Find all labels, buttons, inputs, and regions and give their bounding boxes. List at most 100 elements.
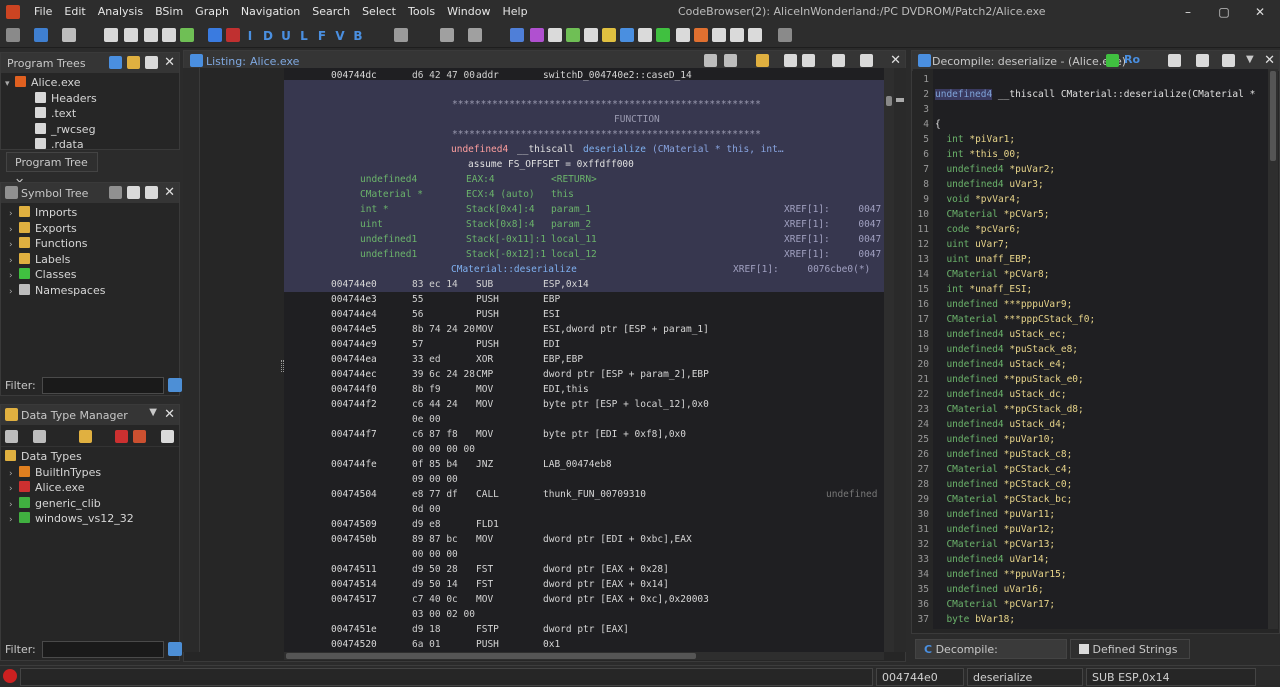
back-arrow-icon[interactable] (34, 28, 48, 42)
data-type-archive[interactable]: › generic_clib (5, 496, 179, 512)
forward-arrow-icon[interactable] (33, 430, 46, 443)
decompile-line[interactable]: 11 code *pcVar6; (913, 222, 1021, 237)
scroll-thumb[interactable] (1270, 71, 1276, 161)
tree-item[interactable]: _rwcseg (5, 122, 179, 138)
refresh-icon[interactable] (566, 28, 580, 42)
symbol-tree-item-labels[interactable]: › Labels (5, 252, 179, 268)
symbol-tree-item-classes[interactable]: › Classes (5, 267, 179, 283)
toolbar-letter-i-button[interactable]: I (244, 28, 256, 44)
tree-icon[interactable] (109, 56, 122, 69)
snapshot-icon[interactable] (832, 54, 845, 67)
decompile-line[interactable]: 9 void *pvVar4; (913, 192, 1021, 207)
toolbar-letter-v-button[interactable]: V (334, 28, 346, 44)
menu-select[interactable]: Select (356, 0, 402, 24)
decompile-line[interactable]: 10 CMaterial *pCVar5; (913, 207, 1050, 222)
decompile-line[interactable]: 34 undefined **ppuVar15; (913, 567, 1067, 582)
decompile-line[interactable]: 8 undefined4 uVar3; (913, 177, 1043, 192)
listing-h-scrollbar[interactable] (284, 652, 884, 660)
decompile-line[interactable]: 29 CMaterial *pCStack_bc; (913, 492, 1073, 507)
down-arrow-icon[interactable] (208, 28, 222, 42)
merge-icon[interactable] (79, 430, 92, 443)
tab-defined-strings[interactable]: Defined Strings ✕ (1070, 639, 1190, 676)
terminal-icon[interactable] (748, 28, 762, 42)
decompile-line[interactable]: 2 undefined4 __thiscall CMaterial::deseri… (913, 87, 1255, 102)
undo-icon[interactable] (440, 28, 454, 42)
window-icon[interactable] (730, 28, 744, 42)
decompile-scrollbar[interactable] (1268, 69, 1278, 629)
doc-icon[interactable] (144, 28, 158, 42)
doc-plus-icon[interactable] (180, 28, 194, 42)
tree-root-item[interactable]: Data Types (5, 449, 179, 465)
listing-scrollbar[interactable] (884, 68, 894, 652)
decompile-line[interactable]: 14 CMaterial *pCVar8; (913, 267, 1050, 282)
data-type-archive[interactable]: › windows_vs12_32 (5, 511, 179, 527)
menu-file[interactable]: File (28, 0, 58, 24)
decompile-line[interactable]: 19 undefined4 *puStack_e8; (913, 342, 1078, 357)
folder-icon[interactable] (127, 56, 140, 69)
tree-item[interactable]: .text (5, 106, 179, 122)
symbol-tree-item-namespaces[interactable]: › Namespaces (5, 283, 179, 299)
decompile-line[interactable]: 17 CMaterial ***pppCStack_f0; (913, 312, 1096, 327)
toolbar-letter-u-button[interactable]: U (280, 28, 292, 44)
decompile-line[interactable]: 18 undefined4 uStack_ec; (913, 327, 1067, 342)
tree-root-item[interactable]: ▾ Alice.exe (5, 75, 179, 91)
redo-icon[interactable] (468, 28, 482, 42)
diamond-icon[interactable] (694, 28, 708, 42)
close-window-button[interactable]: ✕ (1237, 0, 1280, 24)
filter-icon[interactable] (133, 430, 146, 443)
window-icon[interactable] (127, 186, 140, 199)
symbol-tree-item-imports[interactable]: › Imports (5, 205, 179, 221)
decompile-line[interactable]: 31 undefined *puVar12; (913, 522, 1056, 537)
menu-tools[interactable]: Tools (402, 0, 441, 24)
copy-icon[interactable] (1168, 54, 1181, 67)
save-icon[interactable] (6, 28, 20, 42)
decompile-line[interactable]: 30 undefined *puVar11; (913, 507, 1056, 522)
doc-icon[interactable] (162, 28, 176, 42)
wand-icon[interactable] (530, 28, 544, 42)
read-only-button[interactable]: Ro (1124, 53, 1140, 66)
data-type-archive[interactable]: › Alice.exe (5, 480, 179, 496)
decompile-line[interactable]: 23 CMaterial **ppCStack_d8; (913, 402, 1084, 417)
symbol-tree-item-exports[interactable]: › Exports (5, 221, 179, 237)
layout-icon[interactable] (860, 54, 873, 67)
run-icon[interactable] (656, 28, 670, 42)
chevron-right-icon[interactable]: › (9, 513, 19, 529)
dtm-filter-input[interactable] (41, 640, 164, 658)
chevron-right-icon[interactable]: › (9, 285, 19, 301)
script-icon[interactable] (638, 28, 652, 42)
console-icon[interactable] (3, 669, 17, 683)
decompile-line[interactable]: 7 undefined4 *puVar2; (913, 162, 1055, 177)
menu-window[interactable]: Window (441, 0, 496, 24)
tab-program-tree[interactable]: Program Tree ✕ (6, 152, 98, 189)
toolbar-letter-l-button[interactable]: L (298, 28, 310, 44)
data-type-archive[interactable]: › BuiltInTypes (5, 465, 179, 481)
table-icon[interactable] (548, 28, 562, 42)
toolbar-letter-f-button[interactable]: F (316, 28, 328, 44)
user-icon[interactable] (778, 28, 792, 42)
cursor-icon[interactable] (756, 54, 769, 67)
close-icon[interactable]: ✕ (164, 407, 175, 423)
decompile-line[interactable]: 32 CMaterial *pCVar13; (913, 537, 1056, 552)
doc-icon[interactable] (104, 28, 118, 42)
decompile-line[interactable]: 35 undefined uVar16; (913, 582, 1044, 597)
chip-icon[interactable] (676, 28, 690, 42)
decompile-line[interactable]: 26 undefined *puStack_c8; (913, 447, 1073, 462)
overview-bar[interactable] (894, 68, 906, 652)
close-icon[interactable]: ✕ (890, 53, 901, 69)
decompile-line[interactable]: 22 undefined4 uStack_dc; (913, 387, 1067, 402)
stop-icon[interactable] (226, 28, 240, 42)
decompile-line[interactable]: 36 CMaterial *pCVar17; (913, 597, 1056, 612)
bookmark-icon[interactable] (510, 28, 524, 42)
paste-icon[interactable] (724, 54, 737, 67)
scroll-thumb[interactable] (886, 96, 892, 106)
back-arrow-icon[interactable] (5, 430, 18, 443)
doc-icon[interactable] (124, 28, 138, 42)
margin-resize-handle[interactable] (281, 360, 284, 372)
decompile-line[interactable]: 21 undefined **ppuStack_e0; (913, 372, 1084, 387)
decompile-line[interactable]: 12 uint uVar7; (913, 237, 1010, 252)
decompile-line[interactable]: 28 undefined *pCStack_c0; (913, 477, 1073, 492)
menu-search[interactable]: Search (306, 0, 356, 24)
scroll-thumb[interactable] (286, 653, 696, 659)
tree-icon[interactable] (109, 186, 122, 199)
close-icon[interactable]: ✕ (164, 185, 175, 201)
